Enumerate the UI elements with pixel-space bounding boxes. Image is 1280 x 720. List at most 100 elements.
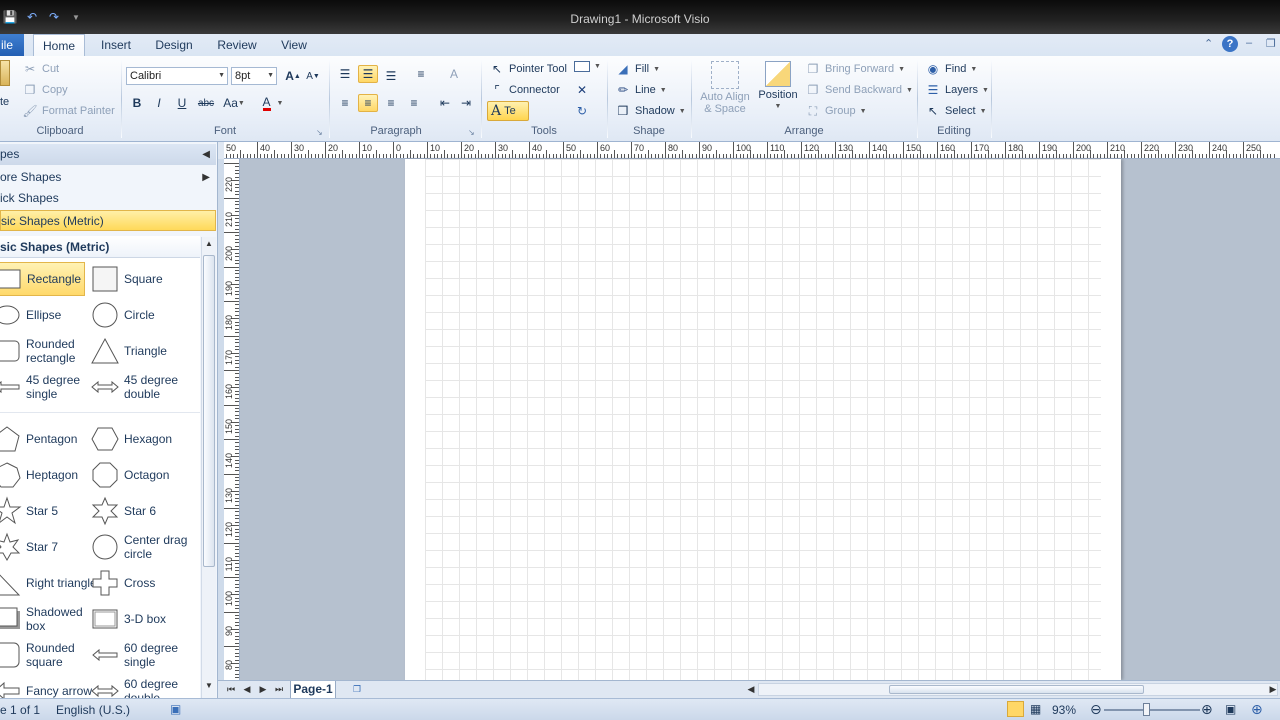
first-page-icon[interactable]: ⏮: [224, 682, 238, 697]
align-middle-icon[interactable]: ☰: [358, 65, 378, 83]
zoom-slider-thumb[interactable]: [1143, 703, 1150, 716]
tab-file[interactable]: ile: [0, 34, 24, 56]
underline-button[interactable]: U: [172, 94, 192, 112]
zoom-out-icon[interactable]: ⊖: [1090, 701, 1102, 718]
change-case-button[interactable]: Aa ▼: [221, 94, 247, 112]
stencil-shape-arrow-single[interactable]: 45 degree single: [0, 370, 85, 404]
stencil-shape-hexagon[interactable]: Hexagon: [90, 422, 198, 456]
rectangle-tool-button[interactable]: ▼: [574, 61, 601, 72]
layers-button[interactable]: ☰ Layers ▼: [925, 82, 989, 98]
window-minimize-icon[interactable]: –: [1246, 37, 1252, 49]
grow-font-button[interactable]: A ▲: [283, 67, 303, 85]
scroll-up-icon[interactable]: ▲: [205, 239, 213, 248]
shrink-font-button[interactable]: A ▼: [303, 67, 323, 85]
page-number-status[interactable]: e 1 of 1: [0, 703, 40, 717]
stencil-shape-arrow-double[interactable]: 60 degree double: [90, 674, 198, 698]
normal-view-icon[interactable]: [1007, 701, 1024, 717]
text-tool-button[interactable]: A Te: [487, 101, 529, 121]
stencil-shape-octagon[interactable]: Octagon: [90, 458, 198, 492]
scroll-left-icon[interactable]: ◀: [744, 682, 758, 697]
stencil-shape-shadowed-box[interactable]: Shadowed box: [0, 602, 85, 636]
bold-button[interactable]: B: [127, 94, 147, 112]
basic-shapes-stencil-item[interactable]: sic Shapes (Metric): [0, 210, 216, 231]
language-status[interactable]: English (U.S.): [56, 703, 130, 717]
font-dialog-launcher-icon[interactable]: ↘: [316, 128, 323, 137]
zoom-level[interactable]: 93%: [1052, 703, 1076, 717]
stencil-scroll-thumb[interactable]: [203, 255, 215, 567]
minimize-ribbon-icon[interactable]: ⌃: [1204, 37, 1213, 50]
tab-insert[interactable]: Insert: [92, 34, 140, 56]
connection-point-icon[interactable]: ✕: [572, 81, 592, 99]
scroll-right-icon[interactable]: ▶: [1266, 682, 1280, 697]
stencil-shape-circle[interactable]: Circle: [90, 298, 198, 332]
stencil-shape-3d-box[interactable]: 3-D box: [90, 602, 198, 636]
stencil-shape-fancy-arrow[interactable]: Fancy arrow: [0, 674, 92, 698]
last-page-icon[interactable]: ⏭: [272, 682, 286, 697]
insert-page-icon[interactable]: ❐: [350, 682, 364, 697]
stencil-scrollbar[interactable]: ▲ ▼: [201, 237, 216, 698]
stencil-shape-cross[interactable]: Cross: [90, 566, 198, 600]
position-button[interactable]: Position ▼: [756, 61, 800, 121]
pan-zoom-icon[interactable]: ⊕: [1251, 701, 1263, 718]
copy-button[interactable]: ❐ Copy: [22, 82, 68, 98]
horizontal-scroll-thumb[interactable]: [889, 685, 1144, 694]
tab-review[interactable]: Review: [212, 34, 262, 56]
collapse-pane-icon[interactable]: ◀: [202, 144, 210, 165]
font-color-button[interactable]: A ▼: [258, 94, 288, 112]
page-tab-page-1[interactable]: Page-1: [290, 681, 336, 699]
bring-forward-button[interactable]: ❐ Bring Forward ▼: [805, 61, 905, 77]
stencil-shape-right-triangle[interactable]: Right triangle: [0, 566, 97, 600]
font-size-combo[interactable]: 8pt ▼: [231, 67, 277, 85]
stencil-shape-star6[interactable]: Star 6: [90, 494, 198, 528]
paste-button-label[interactable]: te: [0, 96, 9, 108]
paragraph-dialog-launcher-icon[interactable]: ↘: [468, 128, 475, 137]
tab-view[interactable]: View: [272, 34, 316, 56]
rotate-tool-icon[interactable]: ↻: [572, 102, 592, 120]
stencil-shape-arrow-single[interactable]: 60 degree single: [90, 638, 198, 672]
paste-icon[interactable]: [0, 60, 10, 86]
next-page-icon[interactable]: ▶: [256, 682, 270, 697]
pointer-tool-button[interactable]: ↖ Pointer Tool: [489, 61, 567, 77]
help-icon[interactable]: ?: [1222, 36, 1238, 52]
stencil-shape-ellipse[interactable]: Ellipse: [0, 298, 85, 332]
tab-home[interactable]: Home: [33, 34, 85, 57]
window-restore-icon[interactable]: ❐: [1266, 37, 1276, 50]
fill-button[interactable]: ◢ Fill ▼: [615, 61, 660, 77]
stencil-shape-pentagon[interactable]: Pentagon: [0, 422, 85, 456]
tab-design[interactable]: Design: [150, 34, 198, 56]
stencil-shape-heptagon[interactable]: Heptagon: [0, 458, 85, 492]
stencil-shape-rounded-square[interactable]: Rounded square: [0, 638, 85, 672]
stencil-shape-star7[interactable]: Star 7: [0, 530, 85, 564]
send-backward-button[interactable]: ❐ Send Backward ▼: [805, 82, 913, 98]
align-center-icon[interactable]: ≡: [358, 94, 378, 112]
more-shapes-item[interactable]: ore Shapes ▶: [0, 167, 216, 188]
group-button[interactable]: ⛶ Group ▼: [805, 103, 867, 119]
stencil-shape-triangle[interactable]: Triangle: [90, 334, 198, 368]
font-face-combo[interactable]: Calibri ▼: [126, 67, 228, 85]
stencil-shape-circle[interactable]: Center drag circle: [90, 530, 198, 564]
find-button[interactable]: ◉ Find ▼: [925, 61, 978, 77]
stencil-shape-arrow-double[interactable]: 45 degree double: [90, 370, 198, 404]
justify-icon[interactable]: ≡: [404, 94, 424, 112]
full-screen-icon[interactable]: ▦: [1030, 702, 1041, 716]
fit-page-icon[interactable]: ▣: [1225, 702, 1236, 716]
increase-indent-icon[interactable]: ⇥: [456, 94, 476, 112]
shadow-button[interactable]: ❒ Shadow ▼: [615, 103, 686, 119]
italic-button[interactable]: I: [149, 94, 169, 112]
cut-button[interactable]: ✂ Cut: [22, 61, 59, 77]
align-top-icon[interactable]: ☰: [335, 65, 355, 83]
select-button[interactable]: ↖ Select ▼: [925, 103, 987, 119]
bullets-icon[interactable]: ≡: [411, 65, 431, 83]
zoom-slider[interactable]: [1104, 709, 1200, 711]
stencil-shape-rectangle[interactable]: Rectangle: [0, 262, 85, 296]
scroll-down-icon[interactable]: ▼: [205, 681, 213, 690]
auto-align-space-button[interactable]: Auto Align & Space: [696, 61, 754, 121]
previous-page-icon[interactable]: ◀: [240, 682, 254, 697]
align-right-icon[interactable]: ≡: [381, 94, 401, 112]
text-direction-icon[interactable]: A: [444, 65, 464, 83]
macro-record-icon[interactable]: ▣: [170, 702, 181, 716]
format-painter-button[interactable]: 🖌 Format Painter: [22, 103, 114, 119]
stencil-shape-square[interactable]: Square: [90, 262, 198, 296]
strikethrough-button[interactable]: abc: [196, 94, 216, 112]
align-bottom-icon[interactable]: ☰: [381, 67, 401, 85]
